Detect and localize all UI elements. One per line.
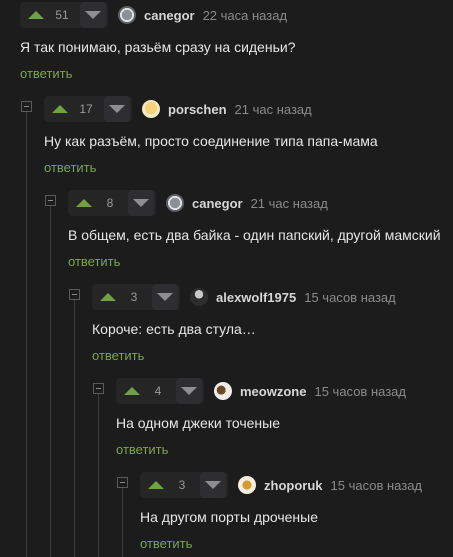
comment-text: Короче: есть два стула…: [92, 321, 256, 337]
timestamp[interactable]: 22 часа назад: [203, 8, 287, 23]
username[interactable]: meowzone: [240, 384, 306, 399]
username[interactable]: canegor: [192, 196, 243, 211]
arrow-down-icon: [133, 199, 149, 207]
username[interactable]: canegor: [144, 8, 195, 23]
arrow-up-icon[interactable]: [124, 387, 140, 395]
thread-line: [50, 206, 51, 557]
vote-widget: 17: [44, 96, 132, 122]
thread-line: [26, 112, 27, 557]
reply-link[interactable]: ответить: [116, 442, 168, 457]
comment-header: 3 zhoporuk 15 часов назад: [140, 471, 422, 499]
downvote-button[interactable]: [80, 2, 106, 28]
vote-widget: 4: [116, 378, 204, 404]
arrow-down-icon: [85, 11, 101, 19]
comment-rating: 3: [130, 290, 138, 304]
username[interactable]: porschen: [168, 102, 227, 117]
reply-link[interactable]: ответить: [20, 66, 72, 81]
downvote-button[interactable]: [128, 190, 154, 216]
comment-text: На другом порты дроченые: [140, 509, 318, 525]
reply-link[interactable]: ответить: [68, 254, 120, 269]
reply-link[interactable]: ответить: [44, 160, 96, 175]
vote-widget: 51: [20, 2, 108, 28]
arrow-up-icon[interactable]: [52, 105, 68, 113]
thread-line: [74, 300, 75, 557]
collapse-minus-icon[interactable]: [69, 289, 80, 300]
arrow-up-icon[interactable]: [76, 199, 92, 207]
reply-link[interactable]: ответить: [140, 536, 192, 551]
comment-rating: 51: [55, 8, 69, 22]
vote-widget: 8: [68, 190, 156, 216]
thread-line: [122, 488, 123, 557]
comment-text: На одном джеки точеные: [116, 415, 281, 431]
timestamp[interactable]: 15 часов назад: [304, 290, 396, 305]
comment-rating: 4: [154, 384, 162, 398]
avatar[interactable]: [214, 382, 232, 400]
downvote-button[interactable]: [104, 96, 130, 122]
downvote-button[interactable]: [200, 472, 226, 498]
arrow-down-icon: [205, 481, 221, 489]
username[interactable]: zhoporuk: [264, 478, 323, 493]
avatar[interactable]: [142, 100, 160, 118]
arrow-down-icon: [109, 105, 125, 113]
timestamp[interactable]: 21 час назад: [235, 102, 312, 117]
comment-header: 17 porschen 21 час назад: [44, 95, 312, 123]
timestamp[interactable]: 15 часов назад: [314, 384, 406, 399]
vote-widget: 3: [140, 472, 228, 498]
username[interactable]: alexwolf1975: [216, 290, 296, 305]
comment-header: 4 meowzone 15 часов назад: [116, 377, 406, 405]
arrow-up-icon[interactable]: [148, 481, 164, 489]
collapse-minus-icon[interactable]: [21, 101, 32, 112]
avatar[interactable]: [118, 6, 136, 24]
comment-rating: 3: [178, 478, 186, 492]
downvote-button[interactable]: [152, 284, 178, 310]
comment-rating: 8: [106, 196, 114, 210]
reply-link[interactable]: ответить: [92, 348, 144, 363]
avatar[interactable]: [190, 288, 208, 306]
arrow-up-icon[interactable]: [100, 293, 116, 301]
timestamp[interactable]: 21 час назад: [251, 196, 328, 211]
vote-widget: 3: [92, 284, 180, 310]
collapse-minus-icon[interactable]: [117, 477, 128, 488]
collapse-minus-icon[interactable]: [93, 383, 104, 394]
arrow-up-icon[interactable]: [28, 11, 44, 19]
comment-text: Ну как разъём, просто соединение типа па…: [44, 133, 378, 149]
arrow-down-icon: [181, 387, 197, 395]
comment-header: 51 canegor 22 часа назад: [20, 1, 287, 29]
avatar[interactable]: [166, 194, 184, 212]
collapse-minus-icon[interactable]: [45, 195, 56, 206]
comment-header: 8 canegor 21 час назад: [68, 189, 328, 217]
comment-text: В общем, есть два байка - один папский, …: [68, 227, 441, 243]
thread-line: [98, 394, 99, 557]
avatar[interactable]: [238, 476, 256, 494]
timestamp[interactable]: 15 часов назад: [331, 478, 423, 493]
arrow-down-icon: [157, 293, 173, 301]
comment-rating: 17: [79, 102, 93, 116]
comment-header: 3 alexwolf1975 15 часов назад: [92, 283, 396, 311]
downvote-button[interactable]: [176, 378, 202, 404]
comment-text: Я так понимаю, разьём сразу на сиденьи?: [20, 39, 296, 55]
